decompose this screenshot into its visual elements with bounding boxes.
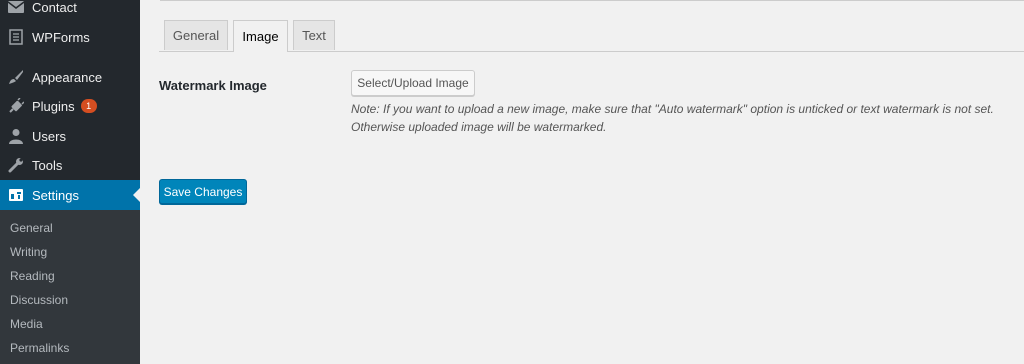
sidebar-item-plugins[interactable]: Plugins 1 [0,91,140,121]
select-upload-image-button[interactable]: Select/Upload Image [351,70,475,96]
top-divider [160,0,1024,1]
submenu-item-writing[interactable]: Writing [10,245,47,259]
settings-tabs: General Image Text [159,20,1024,52]
note-line-2: Otherwise uploaded image will be waterma… [351,120,607,134]
update-count-badge: 1 [80,99,97,113]
submenu-item-permalinks[interactable]: Permalinks [10,341,69,355]
sidebar-item-label: Appearance [32,69,103,85]
admin-sidebar: Contact WPForms Appearance Plugins 1 Use… [0,0,140,364]
tab-general[interactable]: General [164,20,228,50]
settings-submenu: General Writing Reading Discussion Media… [0,210,140,364]
sidebar-item-label: Tools [32,157,63,173]
envelope-icon [8,0,24,15]
sidebar-item-users[interactable]: Users [0,121,140,151]
submenu-item-reading[interactable]: Reading [10,269,55,283]
tab-text[interactable]: Text [293,20,335,50]
sidebar-item-label: Users [32,128,66,144]
watermark-image-label: Watermark Image [159,78,267,93]
tab-image[interactable]: Image [233,20,288,52]
save-changes-button[interactable]: Save Changes [159,179,247,204]
settings-icon [8,187,24,203]
sidebar-item-label: Contact [32,0,77,15]
brush-icon [8,69,24,85]
sidebar-item-label: Settings [32,187,79,203]
sidebar-item-tools[interactable]: Tools [0,150,140,180]
sidebar-item-contact[interactable]: Contact [0,0,140,22]
sidebar-item-wpforms[interactable]: WPForms [0,22,140,52]
submenu-item-media[interactable]: Media [10,317,43,331]
submenu-item-discussion[interactable]: Discussion [10,293,68,307]
sidebar-item-settings[interactable]: Settings [0,180,140,210]
watermark-note: Note: If you want to upload a new image,… [351,100,1016,136]
submenu-item-general[interactable]: General [10,221,53,235]
sidebar-item-label: Plugins [32,98,75,114]
plug-icon [8,98,24,114]
wrench-icon [8,157,24,173]
sidebar-item-label: WPForms [32,29,90,45]
user-icon [8,128,24,144]
form-icon [8,29,24,45]
sidebar-item-appearance[interactable]: Appearance [0,62,140,92]
note-line-1: Note: If you want to upload a new image,… [351,102,994,116]
